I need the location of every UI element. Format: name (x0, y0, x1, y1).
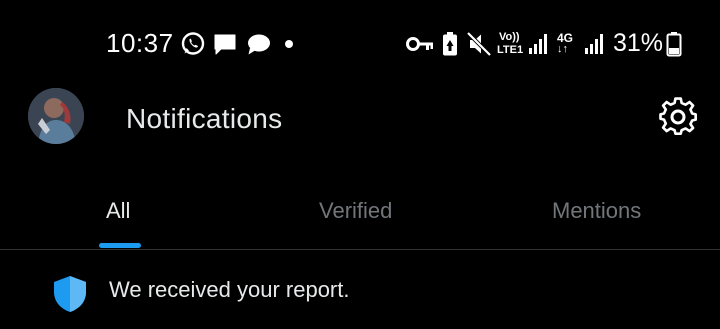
page-title: Notifications (126, 103, 283, 134)
chat-icon (248, 34, 270, 55)
dot-icon (285, 40, 293, 48)
tab-mentions[interactable]: Mentions (480, 178, 720, 249)
notification-text: We received your report. (109, 277, 350, 302)
volte-top-label: Vo)) (499, 31, 520, 43)
status-bar: 10:37 Vo)) LTE1 4G ↓↑ 31% (0, 0, 720, 84)
battery-saver-icon (443, 32, 457, 56)
shield-icon (54, 276, 86, 312)
signal-icon (529, 34, 547, 54)
tab-mentions-label: Mentions (552, 198, 642, 223)
tab-all[interactable]: All (0, 178, 240, 249)
tab-bar: All Verified Mentions (0, 178, 720, 249)
avatar-image (28, 88, 84, 144)
avatar[interactable] (28, 88, 84, 144)
battery-icon (666, 32, 682, 57)
tab-verified[interactable]: Verified (240, 178, 480, 249)
tab-all-label: All (106, 198, 131, 223)
tab-verified-label: Verified (319, 198, 393, 223)
message-icon (214, 34, 236, 55)
active-tab-indicator (99, 243, 141, 248)
mute-icon (466, 31, 492, 57)
list-item[interactable]: We received your report. (0, 250, 720, 329)
signal-icon (585, 34, 603, 54)
status-time: 10:37 (106, 28, 174, 58)
battery-percent: 31% (613, 29, 664, 57)
settings-button[interactable] (658, 97, 698, 137)
gear-icon (659, 97, 698, 136)
whatsapp-icon (181, 32, 205, 55)
key-icon (406, 37, 433, 51)
volte-bottom-label: LTE1 (497, 44, 524, 56)
4g-bottom-label: ↓↑ (557, 43, 568, 55)
